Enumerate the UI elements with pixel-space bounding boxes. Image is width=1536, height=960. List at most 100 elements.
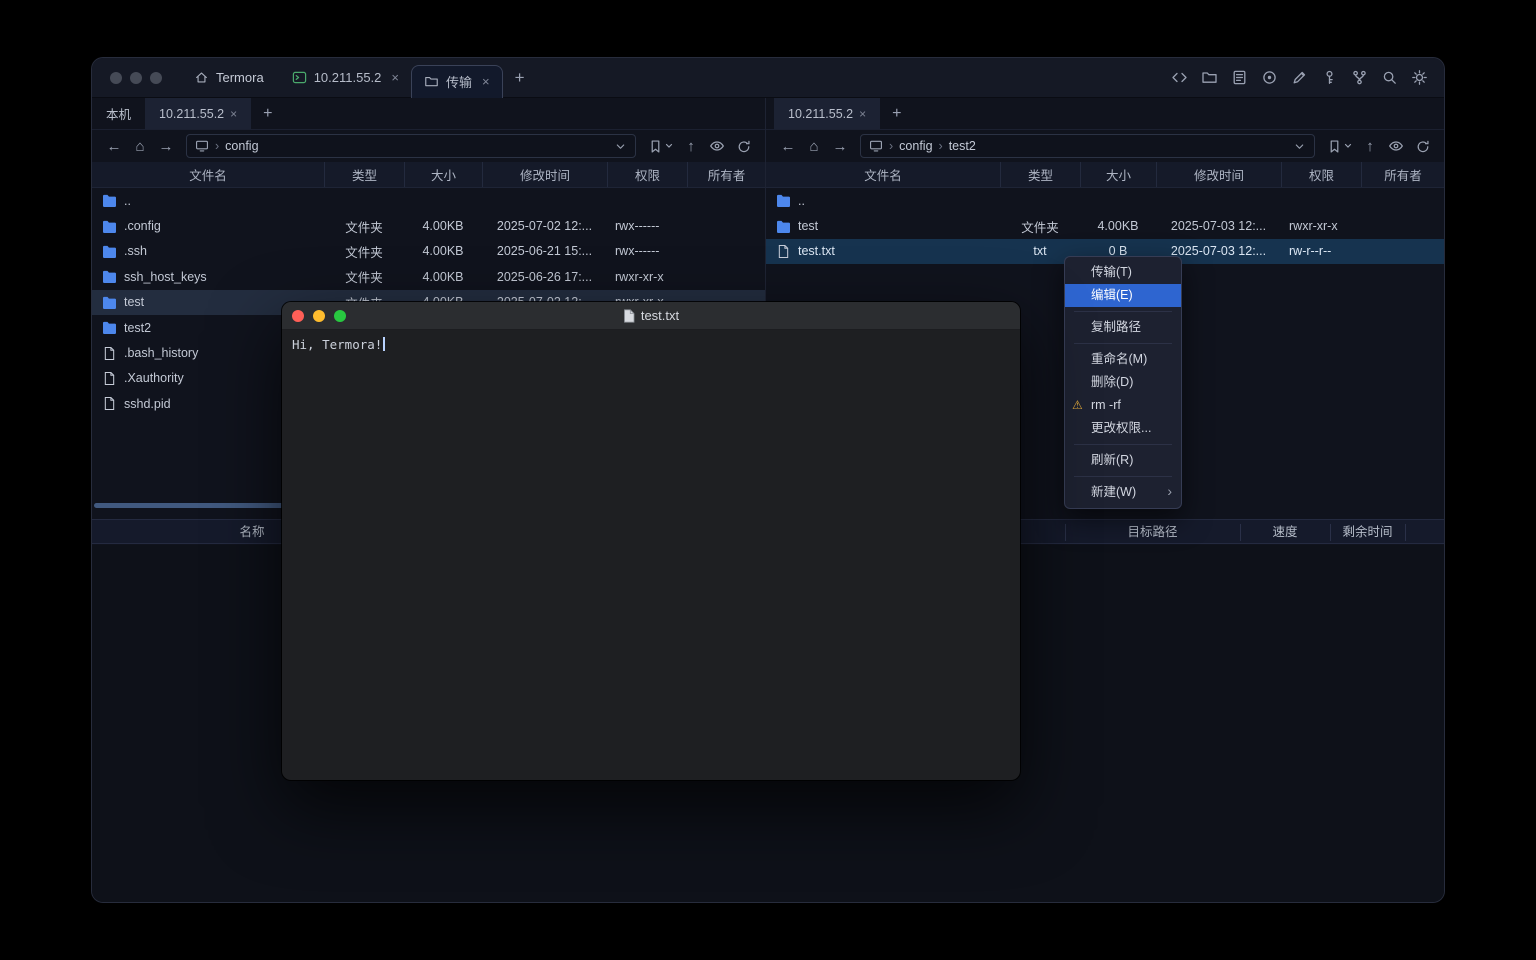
editor-content[interactable]: Hi, Termora! — [282, 330, 1020, 360]
menu-item[interactable]: 复制路径 — [1065, 316, 1181, 339]
file-icon — [102, 346, 117, 361]
tab-label: 本机 — [106, 104, 131, 123]
file-row[interactable]: .config文件夹4.00KB2025-07-02 12:...rwx----… — [92, 213, 765, 238]
menu-item[interactable]: 编辑(E) — [1065, 284, 1181, 307]
key-icon[interactable] — [1321, 69, 1338, 86]
column-header-filename[interactable]: 文件名 — [766, 162, 1000, 187]
new-tab-button[interactable]: + — [515, 68, 525, 88]
close-icon[interactable]: × — [482, 74, 490, 89]
document-icon — [623, 309, 635, 323]
chevron-down-icon[interactable] — [614, 140, 627, 153]
close-window-button[interactable] — [292, 310, 304, 322]
zoom-window-button[interactable] — [150, 72, 162, 84]
breadcrumb-segment[interactable]: config — [899, 139, 932, 153]
refresh-button[interactable] — [1410, 134, 1434, 158]
breadcrumb-separator: › — [939, 139, 943, 153]
pane-tab-host[interactable]: 10.211.55.2 × — [774, 98, 880, 129]
file-row[interactable]: ssh_host_keys文件夹4.00KB2025-06-26 17:...r… — [92, 264, 765, 289]
transfer-col-eta[interactable]: 剩余时间 — [1330, 520, 1405, 545]
file-row[interactable]: .. — [92, 188, 765, 213]
file-row[interactable]: .. — [766, 188, 1444, 213]
folder-icon — [102, 296, 117, 309]
computer-icon — [195, 139, 209, 153]
close-icon[interactable]: × — [391, 70, 399, 85]
upload-button[interactable]: ↑ — [679, 134, 703, 158]
refresh-button[interactable] — [731, 134, 755, 158]
search-icon[interactable] — [1381, 69, 1398, 86]
menu-separator — [1074, 476, 1172, 477]
refresh-icon — [1415, 139, 1430, 154]
column-header-permissions[interactable]: 权限 — [607, 162, 687, 187]
column-header-modified[interactable]: 修改时间 — [482, 162, 607, 187]
column-header-type[interactable]: 类型 — [324, 162, 404, 187]
menu-item[interactable]: 删除(D) — [1065, 371, 1181, 394]
folder-icon — [102, 270, 117, 283]
log-icon[interactable] — [1231, 69, 1248, 86]
app-home-tab[interactable]: Termora — [178, 70, 280, 85]
column-header-permissions[interactable]: 权限 — [1281, 162, 1361, 187]
menu-item[interactable]: 传输(T) — [1065, 261, 1181, 284]
column-header-filename[interactable]: 文件名 — [92, 162, 324, 187]
menu-item[interactable]: 重命名(M) — [1065, 348, 1181, 371]
tab-host[interactable]: 10.211.55.2 × — [280, 58, 411, 98]
close-window-button[interactable] — [110, 72, 122, 84]
home-button[interactable]: ⌂ — [128, 134, 152, 158]
file-name: ssh_host_keys — [92, 270, 324, 284]
column-header-modified[interactable]: 修改时间 — [1156, 162, 1281, 187]
tab-label: 10.211.55.2 — [159, 107, 224, 121]
breadcrumb-segment[interactable]: config — [225, 139, 258, 153]
menu-item[interactable]: 刷新(R) — [1065, 449, 1181, 472]
file-modified: 2025-07-02 12:... — [482, 219, 607, 233]
column-header-type[interactable]: 类型 — [1000, 162, 1080, 187]
column-header-size[interactable]: 大小 — [1080, 162, 1156, 187]
close-icon[interactable]: × — [859, 107, 866, 121]
zoom-window-button[interactable] — [334, 310, 346, 322]
pencil-icon[interactable] — [1291, 69, 1308, 86]
transfer-col-speed[interactable]: 速度 — [1240, 520, 1330, 545]
upload-button[interactable]: ↑ — [1358, 134, 1382, 158]
new-pane-tab-button[interactable]: + — [251, 98, 284, 129]
gear-icon[interactable] — [1411, 69, 1428, 86]
tab-transfer[interactable]: 传输 × — [411, 65, 503, 98]
pane-tab-host[interactable]: 10.211.55.2 × — [145, 98, 251, 129]
host-icon — [292, 70, 307, 85]
close-icon[interactable]: × — [230, 107, 237, 121]
back-button[interactable]: ← — [102, 134, 126, 158]
minimize-window-button[interactable] — [313, 310, 325, 322]
branch-icon[interactable] — [1351, 69, 1368, 86]
menu-separator — [1074, 444, 1172, 445]
file-row[interactable]: .ssh文件夹4.00KB2025-06-21 15:...rwx------ — [92, 239, 765, 264]
column-header-owner[interactable]: 所有者 — [687, 162, 765, 187]
folder-icon[interactable] — [1201, 69, 1218, 86]
column-header-size[interactable]: 大小 — [404, 162, 482, 187]
new-pane-tab-button[interactable]: + — [880, 98, 913, 129]
menu-item[interactable]: 更改权限... — [1065, 417, 1181, 440]
show-hidden-button[interactable] — [705, 134, 729, 158]
path-bar[interactable]: › config › test2 — [860, 134, 1315, 158]
file-row[interactable]: test文件夹4.00KB2025-07-03 12:...rwxr-xr-x — [766, 213, 1444, 238]
menu-item[interactable]: 新建(W)› — [1065, 481, 1181, 504]
menu-item[interactable]: ⚠rm -rf — [1065, 394, 1181, 417]
file-type: 文件夹 — [324, 267, 404, 286]
bookmark-button[interactable] — [1323, 134, 1356, 158]
chevron-down-icon[interactable] — [1293, 140, 1306, 153]
tab-label: 10.211.55.2 — [788, 107, 853, 121]
record-icon[interactable] — [1261, 69, 1278, 86]
editor-titlebar[interactable]: test.txt — [282, 302, 1020, 330]
transfer-col-target-path[interactable]: 目标路径 — [1065, 520, 1240, 545]
bookmark-button[interactable] — [644, 134, 677, 158]
back-button[interactable]: ← — [776, 134, 800, 158]
editor-text: Hi, Termora! — [292, 337, 382, 352]
home-button[interactable]: ⌂ — [802, 134, 826, 158]
column-header-owner[interactable]: 所有者 — [1361, 162, 1444, 187]
file-permissions: rwxr-xr-x — [1281, 219, 1361, 233]
show-hidden-button[interactable] — [1384, 134, 1408, 158]
path-bar[interactable]: › config — [186, 134, 636, 158]
forward-button[interactable]: → — [828, 134, 852, 158]
app-name: Termora — [216, 70, 264, 85]
pane-tab-local[interactable]: 本机 — [92, 98, 145, 129]
minimize-window-button[interactable] — [130, 72, 142, 84]
code-icon[interactable] — [1171, 69, 1188, 86]
forward-button[interactable]: → — [154, 134, 178, 158]
breadcrumb-segment[interactable]: test2 — [949, 139, 976, 153]
